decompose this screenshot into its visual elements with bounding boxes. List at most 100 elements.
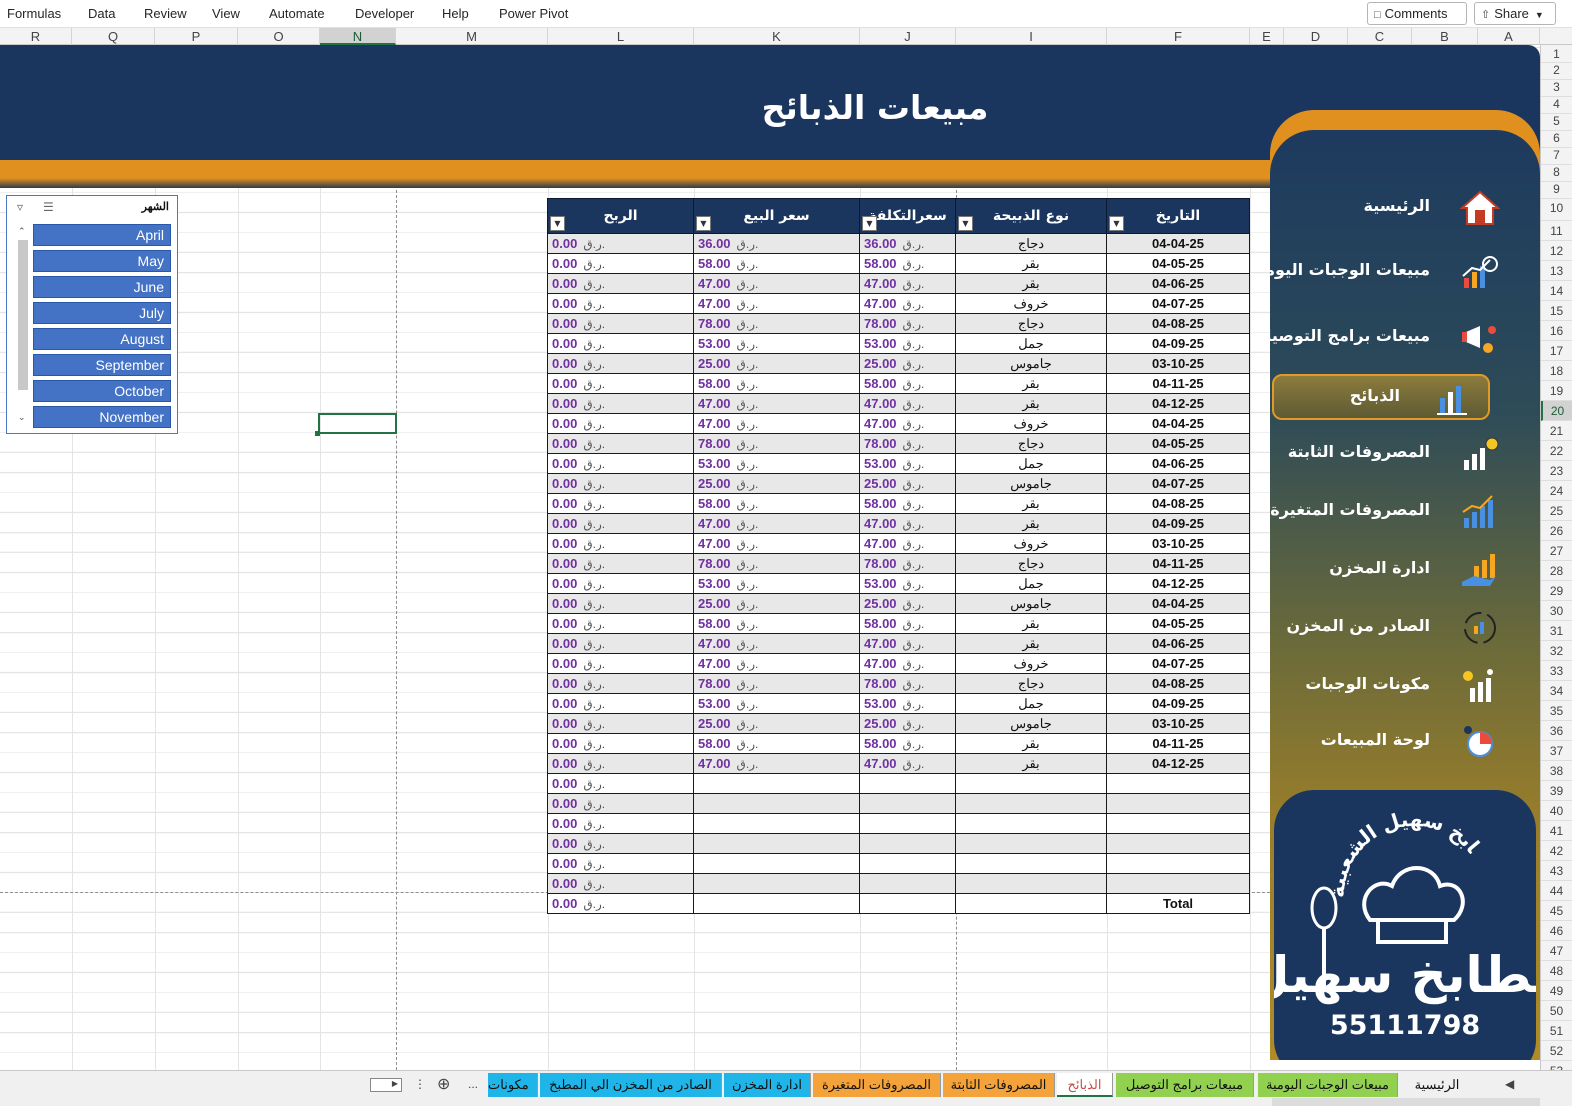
- table-row[interactable]: 0.00 ر.ق. 53.00 ر.ق. 53.00 ر.ق. جمل 04-09-25: [547, 693, 1250, 714]
- cell-sale-price[interactable]: 58.00 ر.ق.: [693, 733, 860, 754]
- horizontal-scrollbar[interactable]: [1272, 1098, 1540, 1106]
- column-header-q[interactable]: Q: [72, 28, 155, 45]
- cell-cost-price[interactable]: [859, 833, 956, 854]
- slicer-scroll-thumb[interactable]: [18, 240, 28, 390]
- column-header-e[interactable]: E: [1250, 28, 1284, 45]
- cell-date[interactable]: 04-11-25: [1106, 733, 1250, 754]
- cell-profit[interactable]: 0.00 ر.ق.: [547, 473, 694, 494]
- cell-cost-price[interactable]: 36.00 ر.ق.: [859, 233, 956, 254]
- more-tabs-button[interactable]: ...: [468, 1077, 478, 1091]
- cell-profit[interactable]: 0.00 ر.ق.: [547, 293, 694, 314]
- table-row[interactable]: 0.00 ر.ق. 47.00 ر.ق. 47.00 ر.ق. بقر 04-09-25: [547, 513, 1250, 534]
- cell-carcass-type[interactable]: جاموس: [955, 713, 1107, 734]
- row-header[interactable]: 44: [1541, 881, 1572, 901]
- cell-carcass-type[interactable]: دجاج: [955, 553, 1107, 574]
- row-header[interactable]: 28: [1541, 561, 1572, 581]
- sidebar-item-warehouse[interactable]: ادارة المخزن: [1270, 548, 1540, 592]
- column-header-a[interactable]: A: [1478, 28, 1540, 45]
- slicer-item-august[interactable]: August: [33, 328, 171, 350]
- cell-profit[interactable]: 0.00 ر.ق.: [547, 873, 694, 894]
- column-header-n[interactable]: N: [320, 28, 396, 45]
- share-button[interactable]: ⇧ Share ▼: [1474, 2, 1556, 25]
- table-row[interactable]: 0.00 ر.ق. 47.00 ر.ق. 47.00 ر.ق. بقر 04-12-25: [547, 753, 1250, 774]
- table-row[interactable]: 0.00 ر.ق. 78.00 ر.ق. 78.00 ر.ق. دجاج 04-08-25: [547, 673, 1250, 694]
- cell-cost-price[interactable]: 53.00 ر.ق.: [859, 453, 956, 474]
- sheet-tab-warehouse-to-kitchen[interactable]: الصادر من المخزن الي المطبخ: [540, 1073, 722, 1097]
- cell-total-label[interactable]: Total: [1106, 893, 1250, 914]
- slicer-item-june[interactable]: June: [33, 276, 171, 298]
- column-header-p[interactable]: P: [155, 28, 238, 45]
- cell-sale-price[interactable]: 53.00 ر.ق.: [693, 453, 860, 474]
- table-row[interactable]: 0.00 ر.ق. 47.00 ر.ق. 47.00 ر.ق. بقر 04-06-25: [547, 633, 1250, 654]
- cell-sale-price[interactable]: [693, 873, 860, 894]
- cell-date[interactable]: 04-07-25: [1106, 653, 1250, 674]
- slicer-item-may[interactable]: May: [33, 250, 171, 272]
- cell-cost-price[interactable]: [859, 813, 956, 834]
- cell-sale-price[interactable]: 47.00 ر.ق.: [693, 533, 860, 554]
- cell-date[interactable]: 04-04-25: [1106, 233, 1250, 254]
- cell-date[interactable]: 04-09-25: [1106, 333, 1250, 354]
- cell-sale-price[interactable]: 47.00 ر.ق.: [693, 633, 860, 654]
- cell-date[interactable]: 04-09-25: [1106, 693, 1250, 714]
- cell-cost-price[interactable]: 58.00 ر.ق.: [859, 253, 956, 274]
- menu-developer[interactable]: Developer: [355, 6, 414, 21]
- cell-cost-price[interactable]: 47.00 ر.ق.: [859, 413, 956, 434]
- sidebar-item-fixed-expenses[interactable]: المصروفات الثابتة: [1270, 432, 1540, 476]
- row-header[interactable]: 50: [1541, 1001, 1572, 1021]
- sidebar-item-carcasses[interactable]: الذبائح: [1270, 374, 1540, 420]
- table-row[interactable]: 0.00 ر.ق. 58.00 ر.ق. 58.00 ر.ق. بقر 04-11-25: [547, 373, 1250, 394]
- slicer-item-november[interactable]: November: [33, 406, 171, 428]
- sidebar-item-variable-expenses[interactable]: المصروفات المتغيرة: [1270, 490, 1540, 534]
- cell-carcass-type[interactable]: [955, 793, 1107, 814]
- slicer-item-april[interactable]: April: [33, 224, 171, 246]
- column-header-k[interactable]: K: [694, 28, 860, 45]
- sheet-tab-delivery-apps[interactable]: مبيعات برامج التوصيل: [1116, 1073, 1254, 1097]
- select-all-corner[interactable]: [1540, 28, 1572, 45]
- cell-cost-price[interactable]: [859, 773, 956, 794]
- cell-date[interactable]: [1106, 773, 1250, 794]
- table-row[interactable]: 0.00 ر.ق. 25.00 ر.ق. 25.00 ر.ق. جاموس 04-07-25: [547, 473, 1250, 494]
- cell-date[interactable]: 04-12-25: [1106, 573, 1250, 594]
- cell-sale-price[interactable]: [693, 793, 860, 814]
- cell-profit[interactable]: 0.00 ر.ق.: [547, 373, 694, 394]
- row-header[interactable]: 32: [1541, 641, 1572, 661]
- cell-profit[interactable]: 0.00 ر.ق.: [547, 353, 694, 374]
- sidebar-item-delivery-apps[interactable]: مبيعات برامج التوصيل: [1270, 316, 1540, 360]
- cell-sale-price[interactable]: 47.00 ر.ق.: [693, 293, 860, 314]
- row-header[interactable]: 31: [1541, 621, 1572, 641]
- table-row[interactable]: 0.00 ر.ق. 58.00 ر.ق. 58.00 ر.ق. بقر 04-05-25: [547, 253, 1250, 274]
- cell-carcass-type[interactable]: خروف: [955, 293, 1107, 314]
- cell-cost-price[interactable]: 53.00 ر.ق.: [859, 333, 956, 354]
- cell-profit[interactable]: 0.00 ر.ق.: [547, 493, 694, 514]
- filter-dropdown-icon[interactable]: ▼: [1109, 216, 1124, 231]
- active-cell-selection[interactable]: [318, 413, 397, 434]
- cell-date[interactable]: 04-05-25: [1106, 433, 1250, 454]
- filter-dropdown-icon[interactable]: ▼: [696, 216, 711, 231]
- cell-carcass-type[interactable]: دجاج: [955, 433, 1107, 454]
- menu-power-pivot[interactable]: Power Pivot: [499, 6, 568, 21]
- cell-cost-price[interactable]: 58.00 ر.ق.: [859, 733, 956, 754]
- cell-cost-price[interactable]: 47.00 ر.ق.: [859, 293, 956, 314]
- cell-carcass-type[interactable]: خروف: [955, 653, 1107, 674]
- cell-cost-price[interactable]: [859, 793, 956, 814]
- table-row[interactable]: 0.00 ر.ق. 25.00 ر.ق. 25.00 ر.ق. جاموس 04-04-25: [547, 593, 1250, 614]
- cell-carcass-type[interactable]: دجاج: [955, 313, 1107, 334]
- table-row[interactable]: 0.00 ر.ق. 25.00 ر.ق. 25.00 ر.ق. جاموس 03-10-25: [547, 353, 1250, 374]
- cell-cost-price[interactable]: 78.00 ر.ق.: [859, 553, 956, 574]
- cell-cost-price[interactable]: 58.00 ر.ق.: [859, 373, 956, 394]
- cell-carcass-type[interactable]: بقر: [955, 613, 1107, 634]
- row-header[interactable]: 23: [1541, 461, 1572, 481]
- cell-profit[interactable]: 0.00 ر.ق.: [547, 773, 694, 794]
- table-row[interactable]: 0.00 ر.ق. 36.00 ر.ق. 36.00 ر.ق. دجاج 04-04-25: [547, 233, 1250, 254]
- cell-sale-price[interactable]: 53.00 ر.ق.: [693, 333, 860, 354]
- cell-carcass-type[interactable]: بقر: [955, 633, 1107, 654]
- table-row[interactable]: 0.00 ر.ق. 53.00 ر.ق. 53.00 ر.ق. جمل 04-06-25: [547, 453, 1250, 474]
- table-row[interactable]: 0.00 ر.ق. 47.00 ر.ق. 47.00 ر.ق. بقر 04-12-25: [547, 393, 1250, 414]
- cell-profit[interactable]: 0.00 ر.ق.: [547, 713, 694, 734]
- row-header[interactable]: 15: [1541, 301, 1572, 321]
- row-header[interactable]: 37: [1541, 741, 1572, 761]
- row-header[interactable]: 25: [1541, 501, 1572, 521]
- cell-cost-price[interactable]: 47.00 ر.ق.: [859, 513, 956, 534]
- cell-profit[interactable]: 0.00 ر.ق.: [547, 793, 694, 814]
- row-header[interactable]: 16: [1541, 321, 1572, 341]
